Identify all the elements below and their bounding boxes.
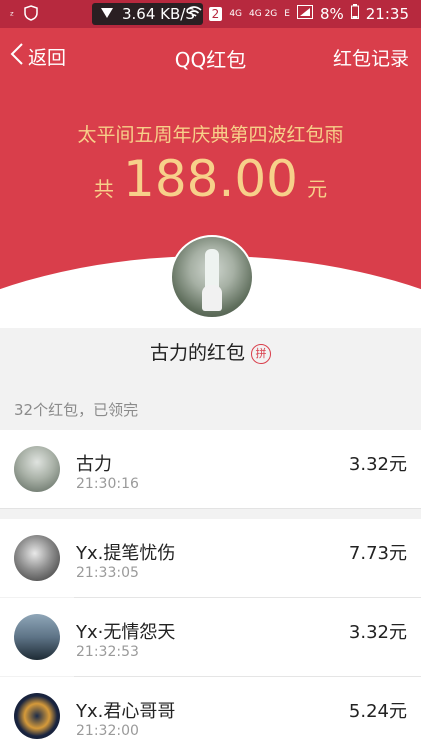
sender-avatar[interactable] <box>170 235 254 319</box>
battery-level: 8% <box>319 4 344 23</box>
record-amount: 7.73元 <box>348 543 407 564</box>
signal-icon <box>296 4 313 23</box>
record-time: 21:30:16 <box>76 476 139 492</box>
sender-name: 古力的红包 <box>149 342 245 364</box>
summary-bar: 32个红包，已领完 <box>0 390 421 431</box>
top-nav: 返回 QQ红包 红包记录 <box>0 28 421 84</box>
notification-icon: ᶻ <box>10 8 15 22</box>
total-amount: 共 188.00 元 <box>0 150 421 208</box>
total-suffix: 元 <box>307 177 328 201</box>
total-amount-value: 188.00 <box>123 150 298 208</box>
sim-badge: 2 <box>208 6 223 21</box>
wifi-icon <box>186 5 202 23</box>
avatar <box>14 614 60 660</box>
record-name: Yx.提笔忧伤 <box>76 543 176 564</box>
battery-icon <box>350 4 359 23</box>
record-amount: 3.32元 <box>348 454 407 475</box>
record-row[interactable]: Yx·无情怨天 21:32:53 3.32元 <box>0 598 421 676</box>
red-packet-record-link[interactable]: 红包记录 <box>333 44 409 71</box>
record-time: 21:32:53 <box>76 644 139 660</box>
avatar <box>14 535 60 581</box>
group-packet-badge: 拼 <box>251 343 271 364</box>
wifi-down-icon <box>100 5 114 23</box>
network-type: 4G <box>229 8 243 19</box>
network-type-2: 4G 2G <box>249 8 278 19</box>
record-row[interactable]: Yx.提笔忧伤 21:33:05 7.73元 <box>0 519 421 597</box>
record-row[interactable]: 古力 21:30:16 3.32元 <box>0 430 421 508</box>
record-name: Yx·无情怨天 <box>76 622 176 643</box>
record-name: 古力 <box>76 454 112 475</box>
total-prefix: 共 <box>93 177 114 201</box>
record-time: 21:32:00 <box>76 723 139 739</box>
avatar <box>14 693 60 739</box>
envelope-greeting: 太平间五周年庆典第四波红包雨 <box>77 124 344 146</box>
record-amount: 3.32元 <box>348 622 407 643</box>
avatar <box>14 446 60 492</box>
network-type-3: E <box>284 8 290 19</box>
status-bar: ᶻ 3.64 KB/S 2 4G 4G 2G E 8% 21:35 <box>0 0 421 28</box>
record-time: 21:33:05 <box>76 565 139 581</box>
summary-text: 32个红包，已领完 <box>14 401 139 419</box>
clock: 21:35 <box>365 4 409 23</box>
record-amount: 5.24元 <box>348 701 407 722</box>
record-name: Yx.君心哥哥 <box>76 701 176 722</box>
net-speed: 3.64 KB/S <box>122 5 195 23</box>
record-row[interactable]: Yx.君心哥哥 21:32:00 5.24元 <box>0 677 421 755</box>
shield-icon <box>24 5 38 25</box>
sender-line: 古力的红包拼 <box>0 338 421 365</box>
